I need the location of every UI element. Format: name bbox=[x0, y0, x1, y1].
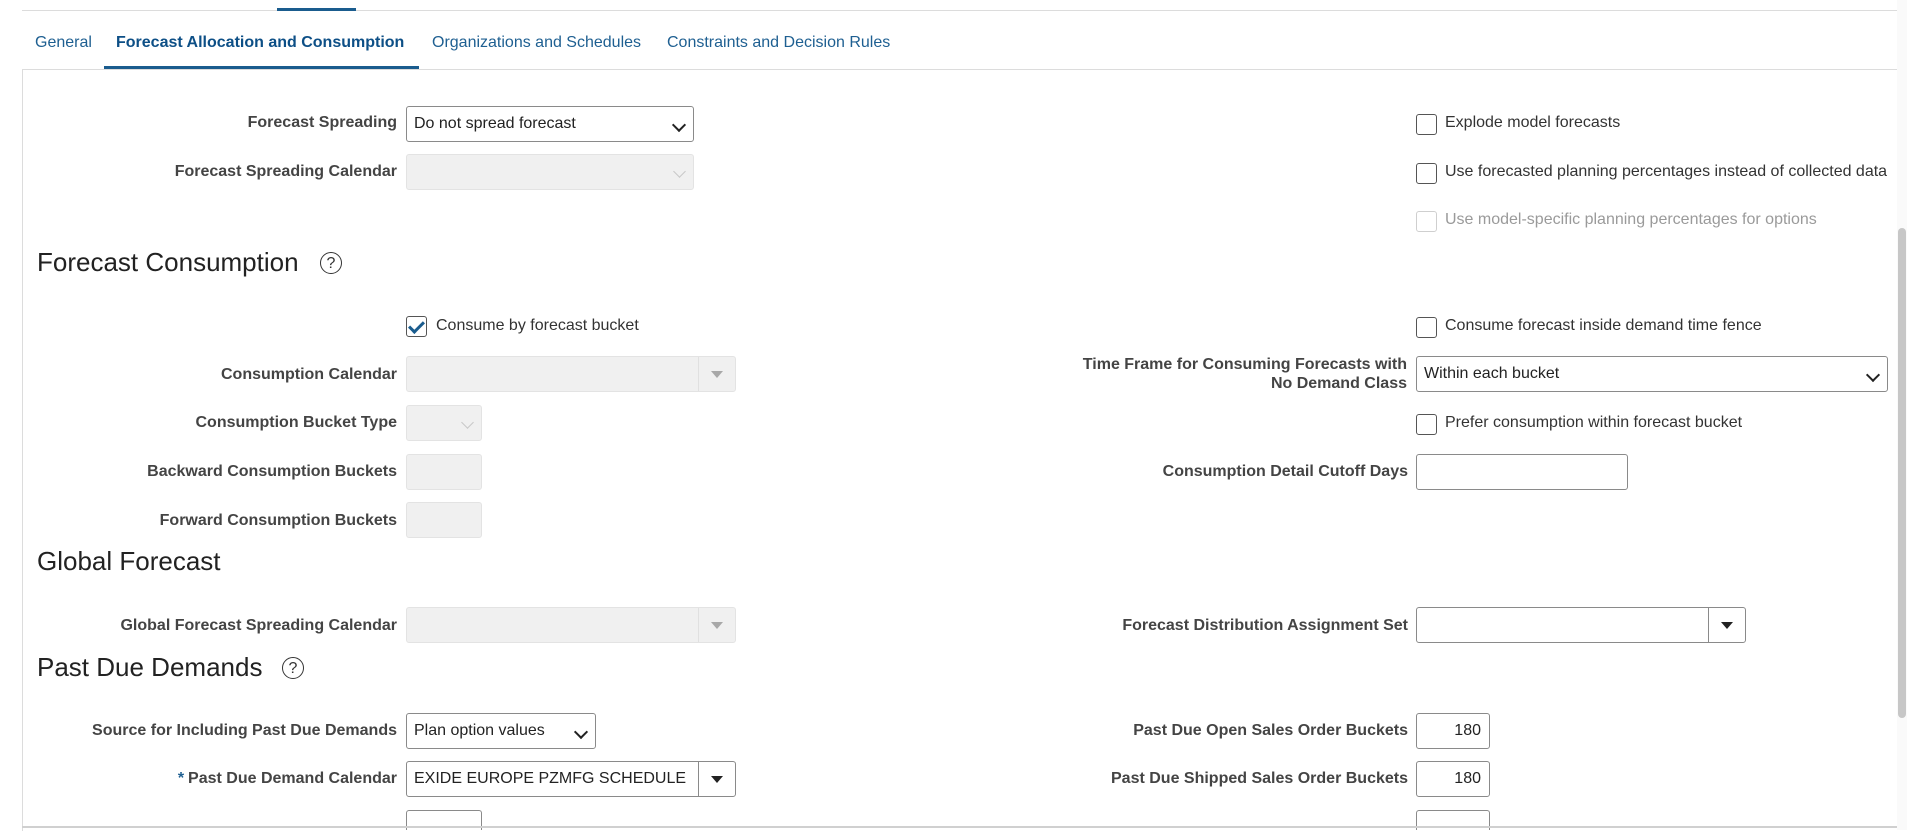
top-accent-bar bbox=[277, 8, 356, 11]
consumption-calendar-combo bbox=[406, 356, 736, 392]
past-due-source-select[interactable]: Plan option values bbox=[406, 713, 596, 749]
past-due-demands-heading: Past Due Demands bbox=[37, 652, 263, 682]
past-due-open-so-label: Past Due Open Sales Order Buckets bbox=[1133, 722, 1408, 739]
forecast-spreading-value: Do not spread forecast bbox=[414, 115, 576, 132]
model-specific-pct-label: Use model-specific planning percentages … bbox=[1445, 211, 1817, 228]
global-spreading-calendar-combo bbox=[406, 607, 736, 643]
distribution-assignment-set-label: Forecast Distribution Assignment Set bbox=[1122, 617, 1408, 634]
detail-cutoff-days-input[interactable] bbox=[1416, 454, 1628, 490]
tab-constraints-decision-rules[interactable]: Constraints and Decision Rules bbox=[667, 34, 890, 52]
past-due-open-so-input[interactable]: 180 bbox=[1416, 713, 1490, 749]
forward-consumption-buckets-input bbox=[406, 502, 482, 538]
past-due-calendar-label-text: Past Due Demand Calendar bbox=[188, 770, 397, 787]
forecast-spreading-calendar-label: Forecast Spreading Calendar bbox=[174, 163, 397, 180]
consume-inside-fence-checkbox[interactable] bbox=[1416, 317, 1437, 338]
chevron-down-icon bbox=[461, 416, 474, 429]
chevron-down-icon bbox=[671, 117, 687, 133]
chevron-down-icon bbox=[573, 724, 589, 740]
forecast-consumption-heading: Forecast Consumption bbox=[37, 247, 299, 277]
consumption-bucket-type-label: Consumption Bucket Type bbox=[195, 414, 398, 431]
combo-dropdown-button[interactable] bbox=[1708, 608, 1745, 642]
prefer-within-bucket-label: Prefer consumption within forecast bucke… bbox=[1445, 414, 1743, 431]
horizontal-scrollbar[interactable] bbox=[22, 826, 1897, 828]
consume-by-bucket-label: Consume by forecast bucket bbox=[436, 317, 639, 334]
combo-dropdown-button bbox=[698, 357, 735, 391]
backward-consumption-buckets-label: Backward Consumption Buckets bbox=[147, 463, 397, 480]
vertical-scrollbar-thumb[interactable] bbox=[1898, 228, 1906, 718]
tab-general[interactable]: General bbox=[35, 34, 92, 52]
triangle-down-icon bbox=[711, 371, 723, 378]
tab-forecast-allocation-consumption[interactable]: Forecast Allocation and Consumption bbox=[116, 34, 404, 52]
past-due-source-value: Plan option values bbox=[414, 722, 545, 739]
content-panel bbox=[22, 69, 1907, 831]
tab-organizations-schedules[interactable]: Organizations and Schedules bbox=[432, 34, 641, 52]
help-icon[interactable]: ? bbox=[282, 657, 304, 679]
backward-consumption-buckets-input bbox=[406, 454, 482, 490]
consume-by-bucket-checkbox[interactable] bbox=[406, 316, 427, 337]
explode-model-forecasts-checkbox[interactable] bbox=[1416, 114, 1437, 135]
consume-inside-fence-label: Consume forecast inside demand time fenc… bbox=[1445, 317, 1762, 334]
past-due-calendar-label: * Past Due Demand Calendar bbox=[178, 770, 397, 788]
past-due-shipped-so-label: Past Due Shipped Sales Order Buckets bbox=[1111, 770, 1408, 787]
prefer-within-bucket-checkbox[interactable] bbox=[1416, 414, 1437, 435]
checkmark-icon bbox=[408, 317, 425, 334]
triangle-down-icon bbox=[711, 622, 723, 629]
past-due-source-label: Source for Including Past Due Demands bbox=[92, 722, 397, 739]
past-due-calendar-value: EXIDE EUROPE PZMFG SCHEDULE bbox=[414, 770, 687, 787]
consumption-calendar-label: Consumption Calendar bbox=[220, 366, 397, 383]
past-due-calendar-combo[interactable]: EXIDE EUROPE PZMFG SCHEDULE bbox=[406, 761, 736, 797]
forecast-spreading-select[interactable]: Do not spread forecast bbox=[406, 106, 694, 142]
model-specific-pct-checkbox bbox=[1416, 211, 1437, 232]
consumption-bucket-type-select bbox=[406, 405, 482, 441]
triangle-down-icon bbox=[711, 776, 723, 783]
required-indicator: * bbox=[177, 770, 185, 787]
forecasted-planning-pct-label: Use forecasted planning percentages inst… bbox=[1445, 163, 1888, 180]
time-frame-select[interactable]: Within each bucket bbox=[1416, 356, 1888, 392]
forecast-spreading-label: Forecast Spreading bbox=[247, 114, 397, 131]
forecast-spreading-calendar-select bbox=[406, 154, 694, 190]
triangle-down-icon bbox=[1721, 622, 1733, 629]
help-icon[interactable]: ? bbox=[320, 252, 342, 274]
global-spreading-calendar-label: Global Forecast Spreading Calendar bbox=[120, 617, 397, 634]
distribution-assignment-set-combo[interactable] bbox=[1416, 607, 1746, 643]
time-frame-label: Time Frame for Consuming Forecasts with … bbox=[1082, 356, 1407, 392]
time-frame-value: Within each bucket bbox=[1424, 365, 1560, 382]
combo-dropdown-button[interactable] bbox=[698, 762, 735, 796]
forward-consumption-buckets-label: Forward Consumption Buckets bbox=[159, 512, 397, 529]
past-due-shipped-so-input[interactable]: 180 bbox=[1416, 761, 1490, 797]
forecasted-planning-pct-checkbox[interactable] bbox=[1416, 163, 1437, 184]
chevron-down-icon bbox=[1865, 367, 1881, 383]
explode-model-forecasts-label: Explode model forecasts bbox=[1445, 114, 1621, 131]
detail-cutoff-days-label: Consumption Detail Cutoff Days bbox=[1162, 463, 1408, 480]
global-forecast-heading: Global Forecast bbox=[37, 546, 221, 576]
chevron-down-icon bbox=[673, 165, 686, 178]
combo-dropdown-button bbox=[698, 608, 735, 642]
